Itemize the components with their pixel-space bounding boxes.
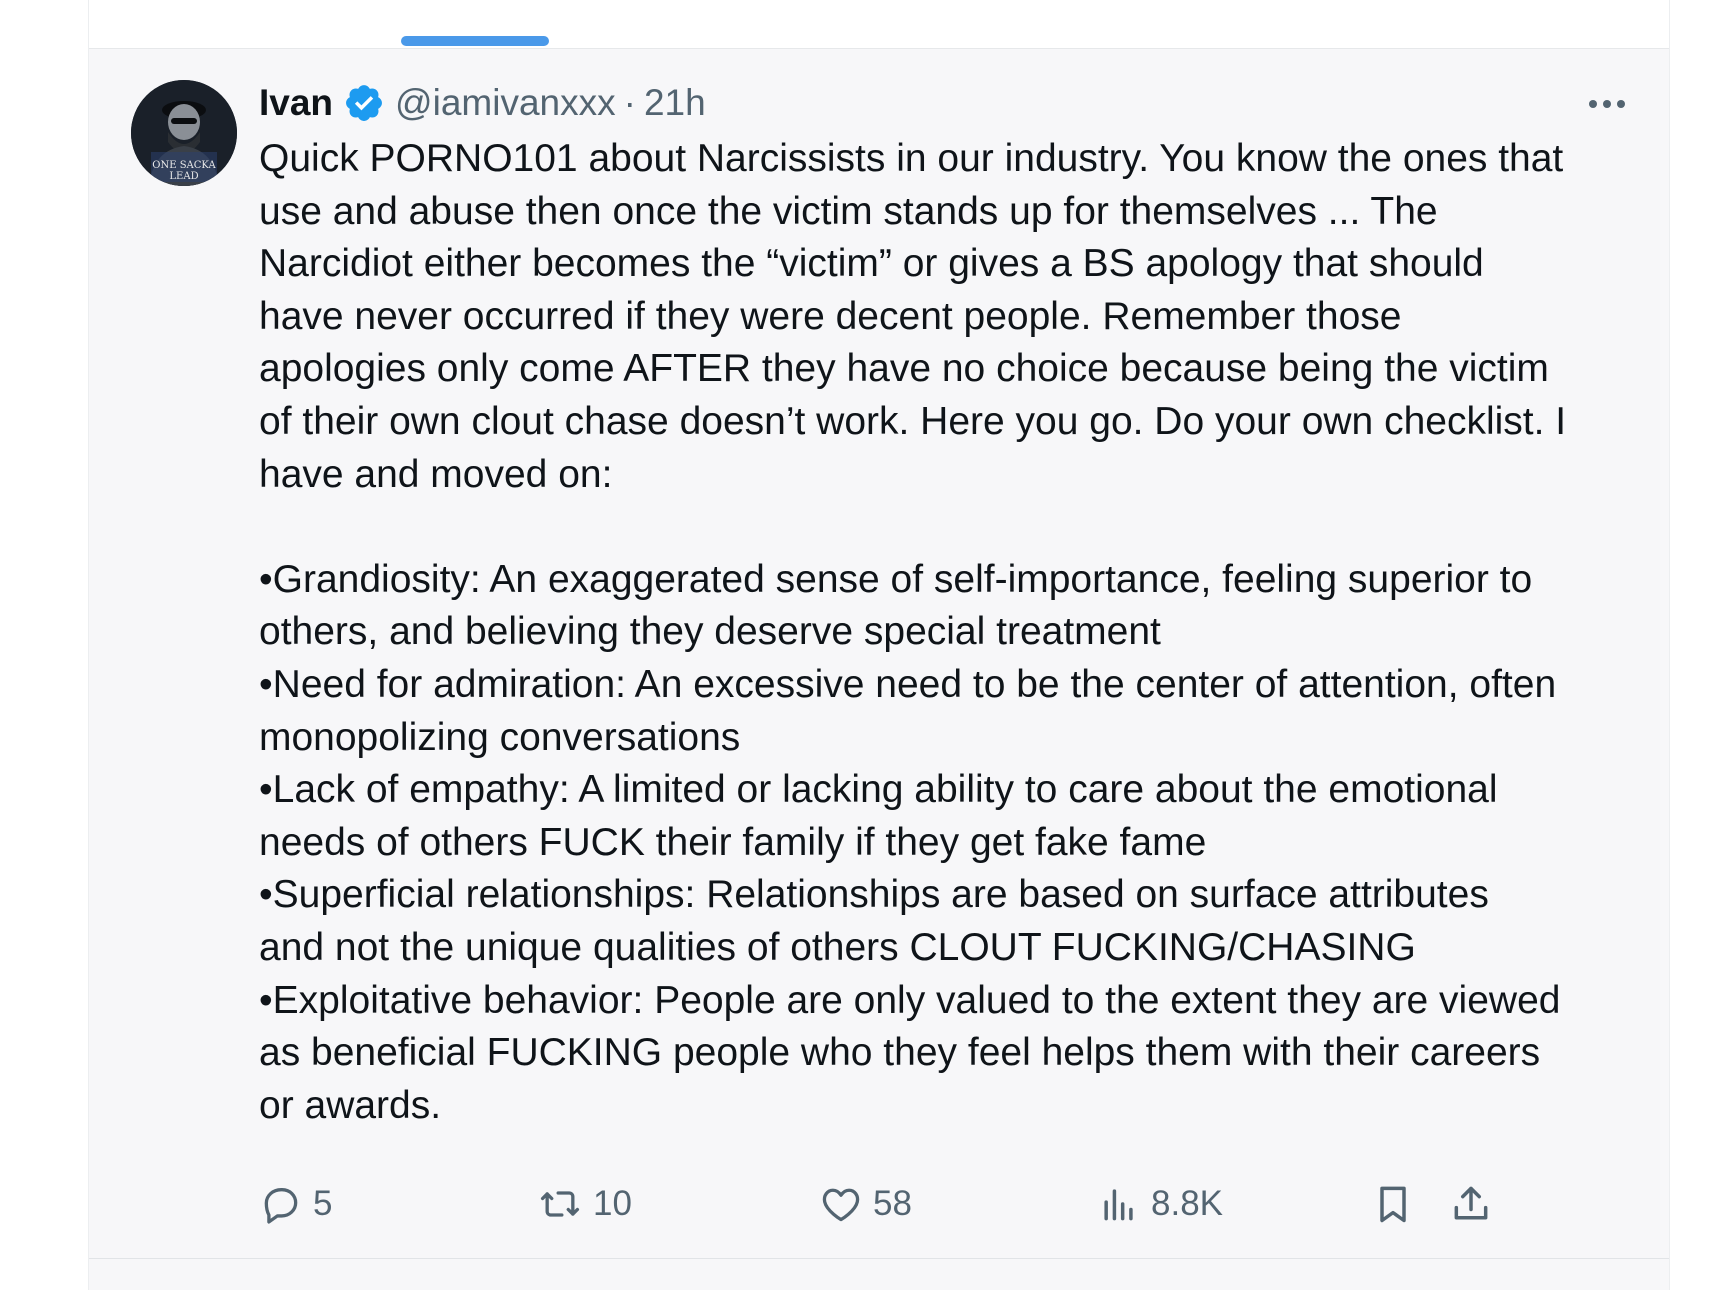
tab-bar — [89, 0, 1669, 49]
like-button[interactable]: 58 — [819, 1179, 912, 1229]
reply-button[interactable]: 5 — [259, 1179, 332, 1229]
tweet-text: Quick PORNO101 about Narcissists in our … — [259, 137, 1567, 1127]
tweet-actions: 5 10 58 8.8K — [259, 1179, 1639, 1229]
retweet-count: 10 — [593, 1184, 632, 1223]
retweet-icon — [537, 1182, 583, 1226]
tweet-divider — [89, 1258, 1669, 1259]
svg-text:LEAD: LEAD — [169, 171, 198, 182]
verified-badge-icon — [343, 82, 385, 124]
active-tab-indicator — [401, 36, 549, 46]
more-dots-icon[interactable] — [1585, 89, 1629, 119]
author-name[interactable]: Ivan — [259, 82, 333, 124]
bookmark-button[interactable] — [1371, 1179, 1415, 1229]
tweet-timestamp[interactable]: 21h — [644, 82, 706, 124]
svg-text:ONE SACKA: ONE SACKA — [152, 160, 216, 171]
bookmark-icon — [1371, 1182, 1415, 1226]
like-count: 58 — [873, 1184, 912, 1223]
reply-icon — [259, 1182, 303, 1226]
views-chart-icon — [1097, 1182, 1141, 1226]
separator-dot: · — [623, 82, 636, 123]
share-icon — [1449, 1182, 1493, 1226]
tweet-header: Ivan @iamivanxxx · 21h — [259, 79, 706, 127]
views-count: 8.8K — [1151, 1184, 1223, 1223]
reply-count: 5 — [313, 1184, 333, 1223]
views-button[interactable]: 8.8K — [1097, 1179, 1223, 1229]
avatar-photo: ONE SACKA LEAD — [131, 80, 237, 186]
tweet[interactable]: ONE SACKA LEAD Ivan @iamivanxxx · 21h Qu… — [89, 49, 1669, 1258]
retweet-button[interactable]: 10 — [537, 1179, 632, 1229]
page: ONE SACKA LEAD Ivan @iamivanxxx · 21h Qu… — [0, 0, 1736, 1290]
share-button[interactable] — [1449, 1179, 1493, 1229]
timeline-column: ONE SACKA LEAD Ivan @iamivanxxx · 21h Qu… — [88, 0, 1670, 1290]
author-handle[interactable]: @iamivanxxx — [395, 82, 616, 124]
heart-icon — [819, 1182, 863, 1226]
avatar[interactable]: ONE SACKA LEAD — [131, 80, 237, 186]
